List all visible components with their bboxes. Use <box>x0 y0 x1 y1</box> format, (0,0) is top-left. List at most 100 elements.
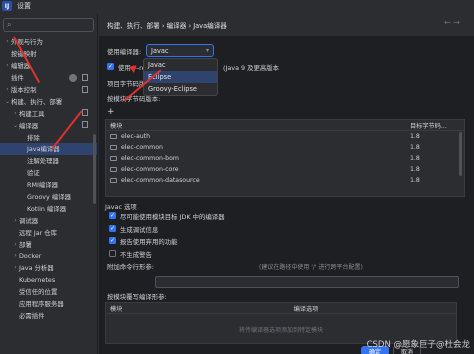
module-bytecode-table: 模块 目标字节码... elec-auth 1.8 elec-common 1.8 el… <box>105 119 465 197</box>
sidebar-scrollbar[interactable] <box>93 134 96 204</box>
module-name: elec-common <box>121 144 163 151</box>
sidebar-item-label: 必需插件 <box>19 311 45 320</box>
javac-option-checkbox[interactable]: ✓ <box>109 224 116 232</box>
column-module[interactable]: 模块 <box>106 121 406 130</box>
sidebar-item[interactable]: Kubernetes <box>0 274 97 286</box>
release-option-suffix: (Java 9 及更高版本 <box>223 64 280 72</box>
table-row[interactable]: elec-common-bom 1.8 <box>106 153 464 164</box>
javac-option-checkbox[interactable] <box>109 249 116 257</box>
nav-arrows-icon[interactable]: ← → <box>444 18 460 27</box>
chevron-icon[interactable]: › <box>12 217 19 224</box>
sidebar-item-label: 远程 Jar 仓库 <box>19 228 58 237</box>
settings-main-pane: 构建、执行、部署 › 编译器 › Java编译器 ← → 使用编译器: Java… <box>99 14 474 354</box>
sidebar-item[interactable]: › 部署 <box>0 238 97 250</box>
sidebar-item[interactable]: Kotlin 编译器 <box>0 202 97 214</box>
sidebar-item-label: 注解处理器 <box>27 157 59 166</box>
table-row[interactable]: elec-common-core 1.8 <box>106 164 464 175</box>
sidebar-item-label: Kubernetes <box>19 275 56 284</box>
sidebar-item-label: 验证 <box>27 169 40 178</box>
compiler-option-javac[interactable]: Javac <box>144 59 217 71</box>
project-scope-icon <box>82 109 88 117</box>
sidebar-item[interactable]: 插件 <box>0 72 97 84</box>
sidebar-item[interactable]: 按键映射 <box>0 48 97 60</box>
settings-search-input[interactable]: ⌕ <box>3 18 94 32</box>
sidebar-item[interactable]: › 版本控制 <box>0 84 97 96</box>
column-target-bytecode[interactable]: 目标字节码... <box>406 121 456 130</box>
sidebar-item[interactable]: › 构建工具 <box>0 107 97 119</box>
sidebar-item[interactable]: 应用程序服务器 <box>0 298 97 310</box>
chevron-icon[interactable]: › <box>4 86 11 93</box>
table-row[interactable]: elec-auth 1.8 <box>106 131 464 142</box>
watermark: CSDN @愿象巨子@杜会龙 <box>366 340 470 350</box>
chevron-icon[interactable]: › <box>4 62 11 69</box>
breadcrumb: 构建、执行、部署 › 编译器 › Java编译器 ← → <box>99 14 474 36</box>
breadcrumb-text: 构建、执行、部署 › 编译器 › Java编译器 <box>107 22 227 30</box>
sidebar-item[interactable]: ⌄ 编译器 <box>0 119 97 131</box>
window-title: 设置 <box>17 2 31 10</box>
sidebar-item[interactable]: RMI编译器 <box>0 179 97 191</box>
extra-params-label: 附加命令行形参: <box>107 263 154 271</box>
chevron-icon[interactable]: › <box>12 252 19 259</box>
title-bar: IJ 设置 <box>0 0 474 12</box>
project-scope-icon <box>82 121 88 129</box>
chevron-icon[interactable]: › <box>4 38 11 45</box>
javac-option-label: 不生成警告 <box>120 250 152 259</box>
compiler-select-value: Javac <box>151 46 169 55</box>
add-icon[interactable]: + <box>107 107 115 117</box>
bytecode-version: 1.8 <box>410 166 420 173</box>
chevron-icon[interactable]: › <box>12 241 19 248</box>
sidebar-item-label: 插件 <box>11 74 24 83</box>
sidebar-item-label: 构建、执行、部署 <box>11 97 63 106</box>
settings-tree: ›外观与行为按键映射›编辑器插件›版本控制⌄构建、执行、部署›构建工具⌄编译器排… <box>0 36 97 321</box>
extra-params-hint: (建议在路径中使用 '/' 进行跨平台配置) <box>259 264 363 271</box>
table-header: 模块 目标字节码... <box>106 120 464 131</box>
sidebar-item[interactable]: 远程 Jar 仓库 <box>0 226 97 238</box>
sidebar-item-label: 应用程序服务器 <box>19 300 64 309</box>
module-folder-icon <box>110 167 117 172</box>
javac-option-label: 报告使用弃用的功能 <box>120 238 178 246</box>
extra-params-input[interactable] <box>155 276 459 288</box>
table-row[interactable]: elec-common-datasource 1.8 <box>106 175 464 186</box>
sidebar-item[interactable]: › Java 分析器 <box>0 262 97 274</box>
javac-option-checkbox[interactable]: ✓ <box>109 237 116 244</box>
chevron-icon[interactable]: › <box>12 110 19 117</box>
sidebar-item[interactable]: Java编译器 <box>0 143 97 155</box>
javac-options-title: Javac 选项 <box>105 203 137 211</box>
compiler-option-groovy-eclipse[interactable]: Groovy-Eclipse <box>144 83 217 95</box>
sidebar-item[interactable]: Groovy 编译器 <box>0 191 97 203</box>
compiler-dropdown: Javac Eclipse Groovy-Eclipse <box>143 58 218 96</box>
compiler-label: 使用编译器: <box>107 48 142 56</box>
sidebar-item[interactable]: › 调试器 <box>0 214 97 226</box>
module-cell: elec-common <box>106 144 406 151</box>
chevron-icon[interactable]: ⌄ <box>12 122 19 129</box>
sidebar-item[interactable]: 必需插件 <box>0 309 97 321</box>
override-section-title: 按模块覆写编译形参: <box>107 293 167 301</box>
sidebar-item[interactable]: 验证 <box>0 167 97 179</box>
override-empty-text: 将传编译器选项添加到特定模块 <box>238 327 323 334</box>
chevron-icon[interactable]: › <box>12 264 19 271</box>
javac-option-checkbox[interactable]: ✓ <box>109 212 116 219</box>
module-cell: elec-auth <box>106 133 406 140</box>
sidebar-item[interactable]: ⌄ 构建、执行、部署 <box>0 95 97 107</box>
override-column-module[interactable]: 模块 <box>106 304 156 313</box>
bytecode-version: 1.8 <box>410 133 420 140</box>
module-folder-icon <box>110 156 117 161</box>
search-icon: ⌕ <box>7 20 12 29</box>
compiler-select[interactable]: Javac ▾ <box>146 44 214 57</box>
sidebar-item[interactable]: 注解处理器 <box>0 155 97 167</box>
override-column-options[interactable]: 编译选项 <box>156 304 456 313</box>
table-row[interactable]: elec-common 1.8 <box>106 142 464 153</box>
chevron-icon[interactable]: ⌄ <box>4 98 11 105</box>
sidebar-item[interactable]: 排除 <box>0 131 97 143</box>
javac-option-label: 尽可能使用模块目标 JDK 中的编译器 <box>120 213 225 221</box>
sidebar-item[interactable]: › 编辑器 <box>0 60 97 72</box>
sidebar-item-label: 编译器 <box>19 121 39 130</box>
sidebar-item-label: 版本控制 <box>11 86 37 94</box>
plugin-update-badge-icon <box>69 73 77 82</box>
sidebar-item[interactable]: › Docker <box>0 250 97 262</box>
table-scrollbar[interactable] <box>459 132 462 176</box>
release-option-checkbox[interactable]: ✓ <box>107 63 114 70</box>
sidebar-item-label: 构建工具 <box>19 109 45 118</box>
sidebar-item[interactable]: 受信任的位置 <box>0 286 97 298</box>
module-rows: elec-auth 1.8 elec-common 1.8 elec-common-bo… <box>106 131 464 186</box>
